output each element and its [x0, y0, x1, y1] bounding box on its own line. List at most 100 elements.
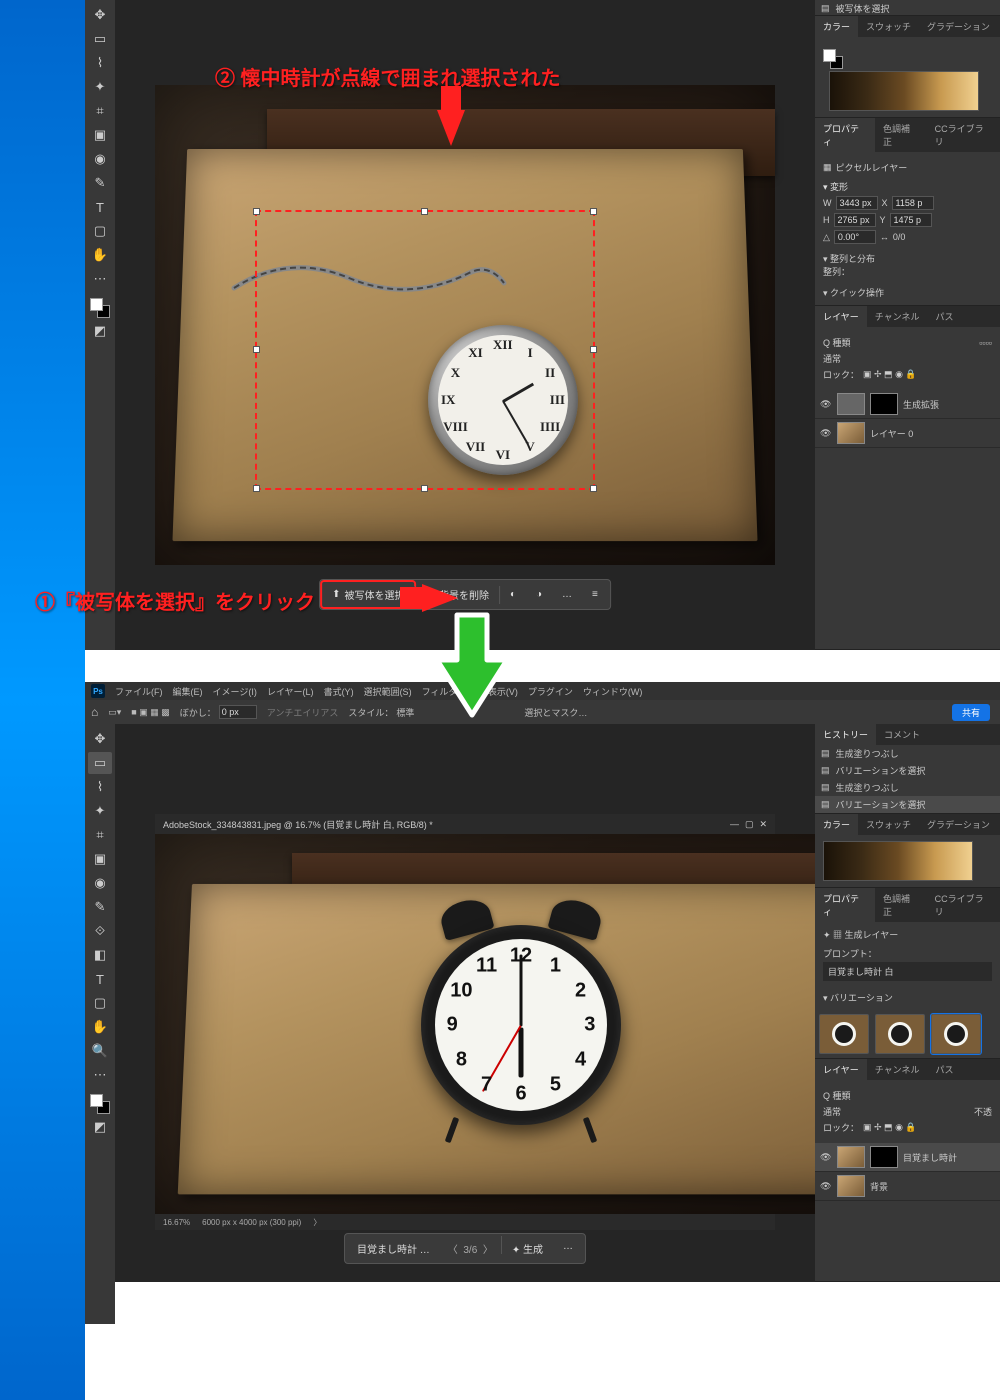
marquee-tool-icon[interactable]: ▭	[88, 28, 112, 50]
quickmask-icon[interactable]: ◩	[88, 1116, 112, 1138]
marquee-tool-icon[interactable]: ▭	[88, 752, 112, 774]
move-tool-icon[interactable]: ✥	[88, 4, 112, 26]
shape-tool-icon[interactable]: ▢	[88, 992, 112, 1014]
arrow-down-icon	[437, 110, 465, 146]
contextual-taskbar: ⬆ 被写体を選択 ▧ 背景を削除 ◐ ◑ … ≡	[319, 579, 611, 610]
screenshot-after: Ps ファイル(F)編集(E)イメージ(I)レイヤー(L)書式(Y)選択範囲(S…	[85, 682, 1000, 1282]
wand-tool-icon[interactable]: ✦	[88, 76, 112, 98]
variations-row[interactable]	[815, 1010, 1000, 1058]
more-options-button[interactable]: …	[552, 584, 582, 605]
x-field[interactable]	[892, 196, 934, 210]
document-image[interactable]: 121234567891011	[155, 834, 915, 1214]
crop-tool-icon[interactable]: ⌗	[88, 100, 112, 122]
move-tool-icon[interactable]: ✥	[88, 728, 112, 750]
screenshot-before: ✥ ▭ ⌇ ✦ ⌗ ▣ ◉ ✎ T ▢ ✋ ⋯ ◩	[85, 0, 1000, 650]
properties-panel-tabs[interactable]: プロパティ 色調補正 CCライブラリ	[815, 888, 1000, 922]
desktop-background-strip	[0, 0, 85, 1400]
options-bar[interactable]: ⌂ ▭▾ ■ ▣ ▦ ▩ ぼかし： アンチエイリアス スタイル：標準 選択とマス…	[85, 700, 1000, 724]
clone-tool-icon[interactable]: ⟐	[88, 920, 112, 942]
layer-row[interactable]: 👁レイヤー 0	[815, 419, 1000, 448]
zoom-tool-icon[interactable]: 🔍	[88, 1040, 112, 1062]
frame-tool-icon[interactable]: ▣	[88, 124, 112, 146]
history-row[interactable]: ▤ バリエーションを選択	[815, 796, 1000, 813]
lasso-tool-icon[interactable]: ⌇	[88, 776, 112, 798]
feather-field[interactable]	[219, 705, 257, 719]
home-icon[interactable]: ⌂	[91, 705, 98, 719]
angle-field[interactable]	[834, 230, 876, 244]
visibility-icon[interactable]: 👁	[820, 399, 832, 410]
window-controls[interactable]: — ▢ ✕	[724, 819, 767, 830]
transform-button[interactable]: ◑	[526, 584, 552, 605]
quickmask-icon[interactable]: ◩	[88, 320, 112, 342]
foreground-background-colors[interactable]	[90, 298, 110, 318]
close-icon: ✕	[759, 819, 767, 829]
select-and-mask-button[interactable]: 選択とマスク…	[524, 706, 587, 719]
document-tab[interactable]: AdobeStock_334843831.jpeg @ 16.7% (目覚まし時…	[155, 814, 775, 834]
prompt-display[interactable]: 目覚まし時計 …	[347, 1236, 440, 1261]
hand-tool-icon[interactable]: ✋	[88, 1016, 112, 1038]
text-tool-icon[interactable]: T	[88, 196, 112, 218]
document-image[interactable]: XIIIIIIIIIIIIVVIVIIVIIIIXXXI	[155, 85, 775, 565]
text-tool-icon[interactable]: T	[88, 968, 112, 990]
prompt-value[interactable]: 目覚まし時計 白	[823, 962, 992, 981]
more-options-button[interactable]: …	[553, 1236, 583, 1261]
wand-tool-icon[interactable]: ✦	[88, 800, 112, 822]
eyedropper-tool-icon[interactable]: ◉	[88, 148, 112, 170]
more-tools-icon[interactable]: ⋯	[88, 1064, 112, 1086]
color-spectrum[interactable]	[823, 841, 973, 881]
layer-row[interactable]: 👁目覚まし時計	[815, 1143, 1000, 1172]
photoshop-logo-icon: Ps	[91, 684, 105, 698]
visibility-icon[interactable]: 👁	[820, 428, 832, 439]
gradient-tool-icon[interactable]: ◧	[88, 944, 112, 966]
color-panel-tabs[interactable]: カラー スウォッチ グラデーション	[815, 814, 1000, 835]
hand-tool-icon[interactable]: ✋	[88, 244, 112, 266]
canvas-area: XIIIIIIIIIIIIVVIVIIVIIIIXXXI	[115, 0, 815, 650]
height-field[interactable]	[834, 213, 876, 227]
contextual-taskbar: 目覚まし時計 … 〈 3/6 〉 ✦ 生成 …	[344, 1233, 586, 1264]
brush-tool-icon[interactable]: ✎	[88, 896, 112, 918]
marquee-mode-icon[interactable]: ▭▾	[108, 707, 121, 718]
left-toolbar: ✥ ▭ ⌇ ✦ ⌗ ▣ ◉ ✎ T ▢ ✋ ⋯ ◩	[85, 0, 115, 650]
width-field[interactable]	[836, 196, 878, 210]
foreground-background-colors[interactable]	[90, 1094, 110, 1114]
minimize-icon: —	[730, 819, 739, 829]
canvas-area: AdobeStock_334843831.jpeg @ 16.7% (目覚まし時…	[115, 724, 815, 1282]
layers-panel-tabs[interactable]: レイヤー チャンネル パス	[815, 1059, 1000, 1080]
layer-row[interactable]: 👁背景	[815, 1172, 1000, 1201]
adjustment-button[interactable]: ◐	[500, 584, 526, 605]
color-panel-tabs[interactable]: カラー スウォッチ グラデーション	[815, 16, 1000, 37]
document-status-bar: 16.67% 6000 px x 4000 px (300 ppi) 〉	[155, 1214, 775, 1230]
visibility-icon[interactable]: 👁	[820, 1181, 832, 1192]
maximize-icon: ▢	[745, 819, 754, 829]
share-button[interactable]: 共有	[952, 704, 990, 721]
selection-marquee[interactable]	[255, 210, 595, 490]
big-transition-arrow-icon	[432, 610, 512, 723]
layer-row[interactable]: 👁生成拡張	[815, 390, 1000, 419]
alarm-clock: 121234567891011	[421, 925, 621, 1125]
generate-button[interactable]: ✦ 生成	[502, 1236, 553, 1261]
properties-panel-tabs[interactable]: プロパティ 色調補正 CCライブラリ	[815, 118, 1000, 152]
history-row[interactable]: ▤ 生成塗りつぶし	[815, 745, 1000, 762]
menu-bar[interactable]: Ps ファイル(F)編集(E)イメージ(I)レイヤー(L)書式(Y)選択範囲(S…	[85, 682, 1000, 700]
eyedropper-tool-icon[interactable]: ◉	[88, 872, 112, 894]
history-row[interactable]: ▤ 生成塗りつぶし	[815, 779, 1000, 796]
frame-tool-icon[interactable]: ▣	[88, 848, 112, 870]
brush-tool-icon[interactable]: ✎	[88, 172, 112, 194]
layers-panel-tabs[interactable]: レイヤー チャンネル パス	[815, 306, 1000, 327]
properties-button[interactable]: ≡	[582, 584, 608, 605]
lasso-tool-icon[interactable]: ⌇	[88, 52, 112, 74]
visibility-icon[interactable]: 👁	[820, 1152, 832, 1163]
annotation-step1: ①『被写体を選択』をクリック	[35, 586, 315, 615]
history-panel-tabs[interactable]: ヒストリー コメント	[815, 724, 1000, 745]
right-panels: ▤被写体を選択 カラー スウォッチ グラデーション プロパティ 色調補正 CCラ…	[815, 0, 1000, 650]
crop-tool-icon[interactable]: ⌗	[88, 824, 112, 846]
right-panels: ヒストリー コメント ▤ 生成塗りつぶし ▤ バリエーションを選択 ▤ 生成塗り…	[815, 724, 1000, 1282]
left-toolbar: ✥ ▭ ⌇ ✦ ⌗ ▣ ◉ ✎ ⟐ ◧ T ▢ ✋ 🔍 ⋯ ◩	[85, 724, 115, 1324]
history-row[interactable]: ▤ バリエーションを選択	[815, 762, 1000, 779]
shape-tool-icon[interactable]: ▢	[88, 220, 112, 242]
annotation-step2: ② 懐中時計が点線で囲まれ選択された	[215, 62, 561, 91]
more-tools-icon[interactable]: ⋯	[88, 268, 112, 290]
color-spectrum[interactable]	[829, 71, 979, 111]
y-field[interactable]	[890, 213, 932, 227]
variation-nav[interactable]: 〈 3/6 〉	[440, 1236, 501, 1261]
